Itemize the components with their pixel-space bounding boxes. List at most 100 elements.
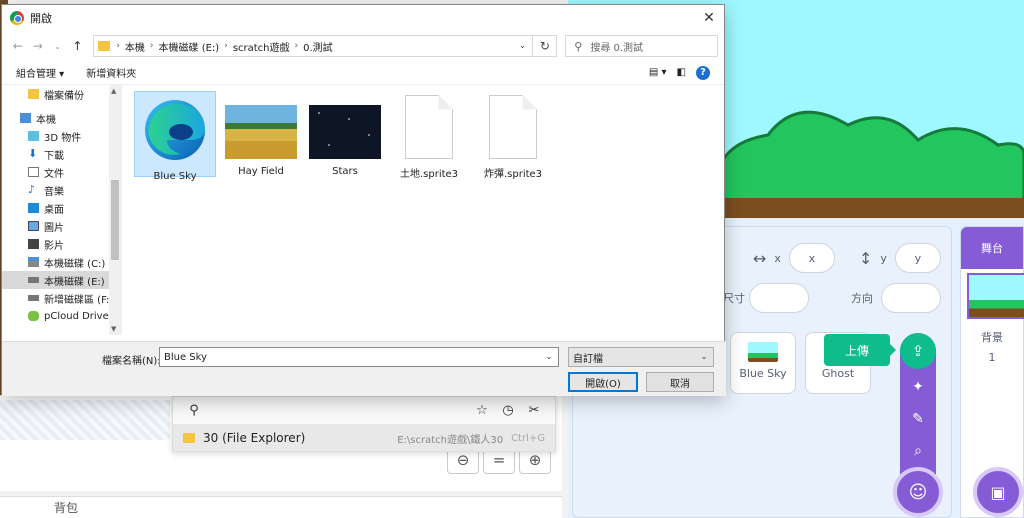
nav-item-documents[interactable]: 文件 bbox=[2, 163, 121, 181]
sprite-name: Ghost bbox=[821, 367, 855, 380]
y-input[interactable]: y bbox=[894, 243, 941, 273]
nav-item-pcloud[interactable]: pCloud Drive (P bbox=[2, 307, 121, 325]
file-name: Stars bbox=[332, 166, 358, 177]
nav-label: 3D 物件 bbox=[44, 132, 82, 144]
breadcrumb-item[interactable]: 0.測試 bbox=[303, 39, 333, 54]
arrows-horizontal-icon: ↔ bbox=[753, 248, 767, 268]
launcher-result[interactable]: 30 (File Explorer) E:\scratch遊戲\鐵人30 Ctr… bbox=[173, 425, 555, 451]
chevron-right-icon: › bbox=[294, 41, 299, 51]
nav-label: 下載 bbox=[44, 150, 64, 162]
new-folder-button[interactable]: 新增資料夾 bbox=[86, 65, 136, 80]
nav-label: 檔案備份 bbox=[44, 90, 84, 102]
backpack-bar[interactable]: 背包 bbox=[0, 496, 562, 518]
size-label: 尺寸 bbox=[723, 292, 745, 305]
sprite-card[interactable]: Blue Sky bbox=[730, 332, 796, 394]
nav-item-drive-e[interactable]: 本機磁碟 (E:) bbox=[2, 271, 121, 289]
nav-label: 本機磁碟 (E:) bbox=[44, 276, 105, 288]
nav-item-music[interactable]: ♪ 音樂 bbox=[2, 181, 121, 199]
edge-icon bbox=[145, 100, 205, 160]
scroll-thumb[interactable] bbox=[111, 180, 119, 260]
file-name: 土地.sprite3 bbox=[399, 169, 459, 180]
nav-item-drive-c[interactable]: 本機磁碟 (C:) bbox=[2, 253, 121, 271]
refresh-button[interactable]: ↻ bbox=[533, 35, 558, 57]
backdrops-count: 1 bbox=[988, 351, 996, 364]
file-item[interactable]: Stars bbox=[304, 91, 386, 177]
surprise-icon[interactable]: ✦ bbox=[900, 371, 936, 403]
view-options-icon[interactable]: ▤ ▾ bbox=[649, 67, 667, 78]
film-icon bbox=[28, 239, 39, 249]
file-name: Hay Field bbox=[238, 166, 284, 177]
back-arrow-icon[interactable]: ← bbox=[8, 39, 28, 53]
sprite-name: Blue Sky bbox=[739, 367, 787, 380]
help-icon[interactable]: ? bbox=[696, 65, 710, 80]
nav-item-3d-objects[interactable]: 3D 物件 bbox=[2, 127, 121, 145]
up-arrow-icon[interactable]: ↑ bbox=[67, 39, 87, 53]
open-button[interactable]: 開啟(O) bbox=[568, 372, 638, 392]
address-bar[interactable]: › 本機 › 本機磁碟 (E:) › scratch遊戲 › 0.測試 ⌄ bbox=[93, 35, 534, 57]
search-icon[interactable]: ⌕ bbox=[900, 435, 936, 467]
nav-label: 本機磁碟 (C:) bbox=[44, 258, 106, 270]
drive-icon bbox=[28, 277, 39, 283]
nav-item-backup[interactable]: 檔案備份 bbox=[2, 85, 121, 103]
tools-icon[interactable]: ✂ bbox=[521, 403, 547, 418]
file-item[interactable]: 炸彈.sprite3 bbox=[472, 91, 554, 180]
scroll-up-icon[interactable]: ▲ bbox=[111, 87, 116, 95]
chrome-icon bbox=[10, 11, 24, 25]
drive-icon bbox=[28, 257, 39, 267]
sprite-thumbnail bbox=[748, 342, 778, 362]
chevron-down-icon[interactable]: ⌄ bbox=[512, 41, 532, 51]
result-shortcut: Ctrl+G bbox=[511, 432, 545, 444]
close-button[interactable]: ✕ bbox=[694, 10, 724, 26]
scroll-down-icon[interactable]: ▼ bbox=[111, 325, 116, 333]
nav-item-this-pc[interactable]: 本機 bbox=[2, 109, 121, 127]
desktop-icon bbox=[28, 203, 39, 213]
nav-item-videos[interactable]: 影片 bbox=[2, 235, 121, 253]
choose-sprite-button[interactable]: ☺ bbox=[893, 467, 943, 517]
search-input[interactable]: ⚲ 搜尋 0.測試 bbox=[565, 35, 718, 57]
nav-item-pictures[interactable]: 圖片 bbox=[2, 217, 121, 235]
nav-item-drive-f[interactable]: 新增磁碟區 (F:) bbox=[2, 289, 121, 307]
direction-input[interactable] bbox=[881, 283, 941, 313]
nav-label: 影片 bbox=[44, 240, 64, 252]
hay-field-thumbnail bbox=[225, 105, 297, 159]
file-item[interactable]: Blue Sky bbox=[134, 91, 216, 182]
backdrops-label: 背景 bbox=[981, 331, 1003, 344]
filetype-select[interactable]: 自訂檔 ⌄ bbox=[568, 347, 714, 367]
x-input[interactable]: x bbox=[788, 243, 835, 273]
file-list: Blue Sky Hay Field Stars 土地.sprite3 炸彈.s… bbox=[122, 85, 724, 335]
breadcrumb-item[interactable]: 本機 bbox=[125, 39, 145, 54]
clock-icon[interactable]: ◷ bbox=[495, 403, 521, 418]
launcher-bar: ⚲ ☆ ◷ ✂ bbox=[173, 397, 555, 425]
breadcrumb-item[interactable]: 本機磁碟 (E:) bbox=[159, 39, 220, 54]
file-item[interactable]: 土地.sprite3 bbox=[388, 91, 470, 180]
nav-label: 文件 bbox=[44, 168, 64, 180]
breadcrumb-item[interactable]: scratch遊戲 bbox=[233, 39, 290, 54]
forward-arrow-icon[interactable]: → bbox=[28, 39, 48, 53]
nav-scrollbar[interactable]: ▲ ▼ bbox=[109, 85, 121, 335]
chevron-down-icon[interactable]: ⌄ bbox=[540, 352, 558, 362]
nav-label: 圖片 bbox=[44, 222, 64, 234]
filetype-value: 自訂檔 bbox=[573, 353, 603, 365]
cancel-button[interactable]: 取消 bbox=[646, 372, 714, 392]
organize-menu[interactable]: 組合管理 ▾ bbox=[16, 65, 64, 80]
navigation-pane: 檔案備份 本機 3D 物件 ⬇ 下載 文件 ♪ 音樂 桌面 圖片 影片 本機磁碟 (… bbox=[2, 85, 122, 335]
nav-label: 本機 bbox=[36, 114, 56, 126]
drive-icon bbox=[28, 295, 39, 301]
size-input[interactable] bbox=[749, 283, 809, 313]
filename-input[interactable]: Blue Sky ⌄ bbox=[159, 347, 559, 367]
nav-item-downloads[interactable]: ⬇ 下載 bbox=[2, 145, 121, 163]
recent-locations-icon[interactable]: ⌄ bbox=[48, 42, 68, 51]
pcloud-icon bbox=[28, 311, 39, 321]
choose-backdrop-button[interactable]: ▣ bbox=[973, 467, 1023, 517]
cube-icon bbox=[28, 131, 39, 141]
search-settings-icon[interactable]: ⚲ bbox=[181, 403, 207, 418]
star-icon[interactable]: ☆ bbox=[469, 403, 495, 418]
nav-item-desktop[interactable]: 桌面 bbox=[2, 199, 121, 217]
file-item[interactable]: Hay Field bbox=[220, 91, 302, 177]
paint-icon[interactable]: ✎ bbox=[900, 403, 936, 435]
preview-pane-icon[interactable]: ◧ bbox=[677, 67, 686, 78]
dialog-titlebar: 開啟 ✕ bbox=[2, 5, 724, 31]
download-icon: ⬇ bbox=[28, 147, 38, 160]
upload-sprite-button[interactable]: ⇪ bbox=[900, 333, 936, 369]
dialog-footer: 檔案名稱(N): Blue Sky ⌄ 自訂檔 ⌄ 開啟(O) 取消 bbox=[2, 341, 726, 396]
